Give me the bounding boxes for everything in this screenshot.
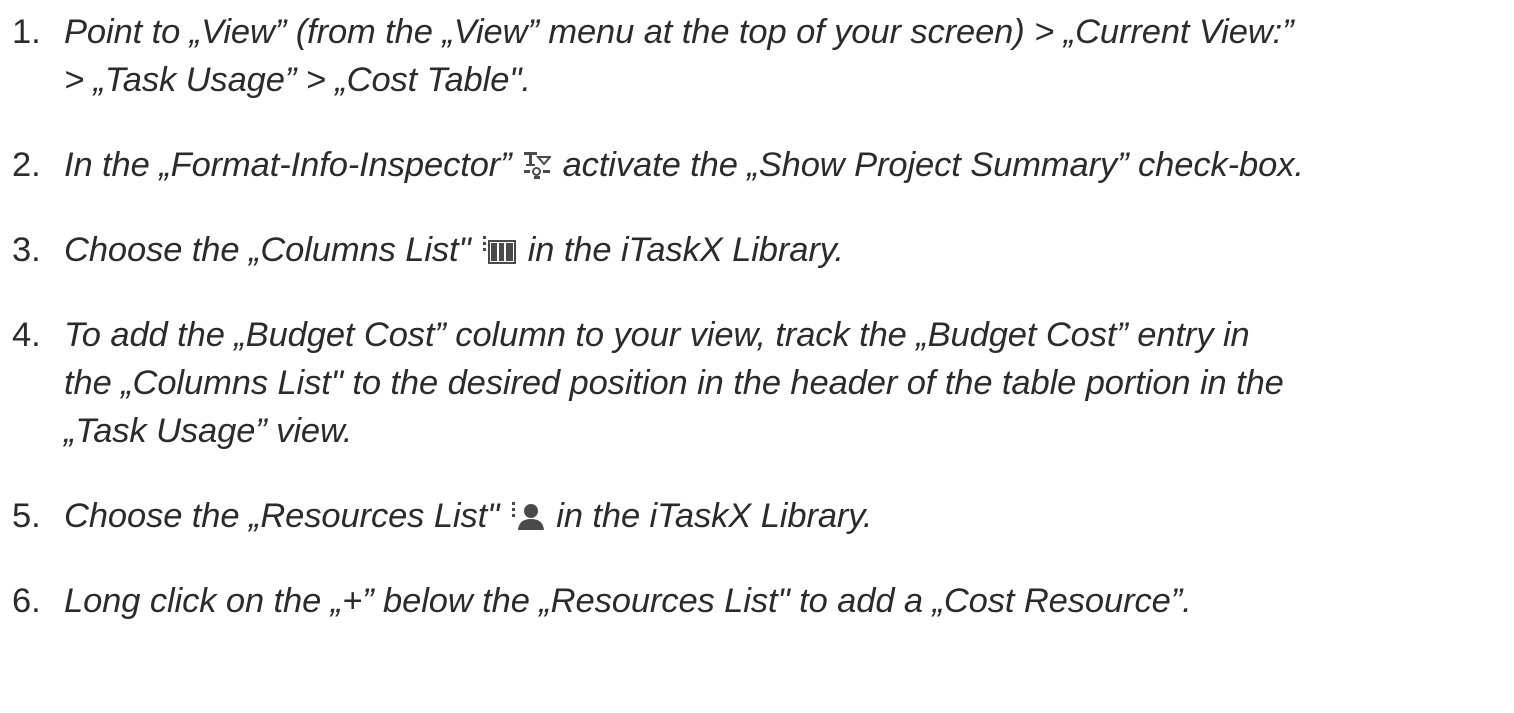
step-text-after: in the iTaskX Library. <box>527 231 844 269</box>
step-text: Point to „View” (from the „View” menu at… <box>64 8 1507 104</box>
step-number: 6. <box>12 582 41 620</box>
format-info-inspector-icon <box>523 150 552 180</box>
step-text-after: activate the „Show Project Summary” chec… <box>562 146 1304 184</box>
step-line: Point to „View” (from the „View” menu at… <box>64 13 1294 51</box>
resources-list-icon <box>511 501 545 531</box>
step-text-before: In the „Format-Info-Inspector” <box>64 146 512 184</box>
step-text: To add the „Budget Cost” column to your … <box>64 311 1507 455</box>
step-text-before: Choose the „Columns List" <box>64 231 471 269</box>
step-number: 1. <box>12 13 41 51</box>
step-text-after: in the iTaskX Library. <box>556 497 873 535</box>
step-number: 2. <box>12 146 41 184</box>
step-2: 2. In the „Format-Info-Inspector” activa… <box>12 141 1507 189</box>
step-line: „Task Usage” view. <box>64 412 353 450</box>
step-number: 3. <box>12 231 41 269</box>
step-line: the „Columns List" to the desired positi… <box>64 364 1284 402</box>
step-text: Long click on the „+” below the „Resourc… <box>64 577 1507 625</box>
step-number: 5. <box>12 497 41 535</box>
columns-list-icon <box>482 235 517 265</box>
step-5: 5. Choose the „Resources List" in the iT… <box>12 492 1507 540</box>
step-6: 6. Long click on the „+” below the „Reso… <box>12 577 1507 625</box>
step-line: To add the „Budget Cost” column to your … <box>64 316 1250 354</box>
step-text-before: Choose the „Resources List" <box>64 497 500 535</box>
step-3: 3. Choose the „Columns List" in the iTas… <box>12 226 1507 274</box>
step-text: Choose the „Columns List" in the iTaskX … <box>64 231 844 269</box>
step-number: 4. <box>12 316 41 354</box>
step-4: 4. To add the „Budget Cost” column to yo… <box>12 311 1507 455</box>
step-text: Choose the „Resources List" in the iTask… <box>64 497 872 535</box>
step-1: 1. Point to „View” (from the „View” menu… <box>12 8 1507 104</box>
step-line: > „Task Usage” > „Cost Table". <box>64 61 531 99</box>
step-text: In the „Format-Info-Inspector” activate … <box>64 146 1304 184</box>
step-line: Long click on the „+” below the „Resourc… <box>64 582 1192 620</box>
instruction-list: 1. Point to „View” (from the „View” menu… <box>12 8 1507 625</box>
